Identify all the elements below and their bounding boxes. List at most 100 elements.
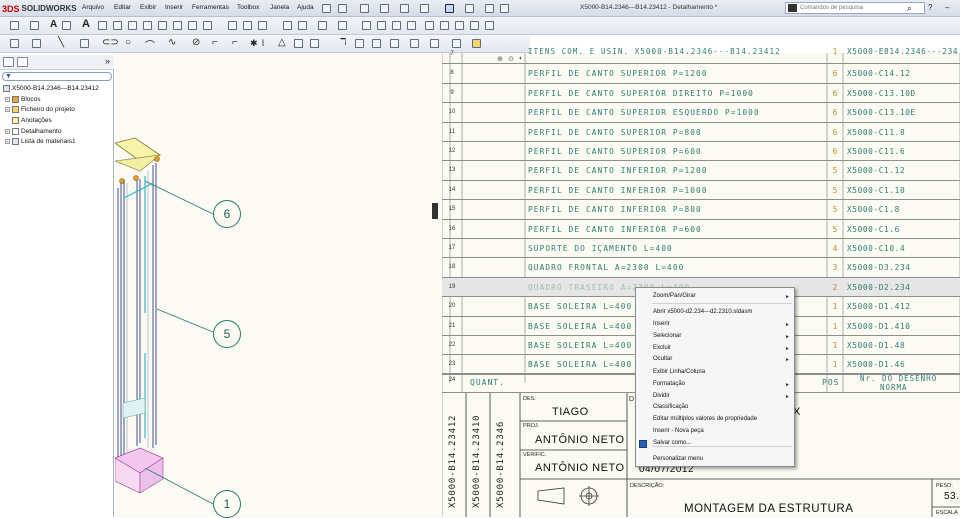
- mirror-icon[interactable]: △: [278, 37, 286, 48]
- window-minimize-icon[interactable]: –: [945, 3, 949, 12]
- table-row[interactable]: 17 SUPORTE DO IÇAMENTO L=400 4 X5000-C10.4: [442, 239, 960, 259]
- datum-feature-icon[interactable]: [188, 21, 197, 30]
- model-items-icon[interactable]: [30, 21, 39, 30]
- table-row[interactable]: 8 PERFIL DE CANTO SUPERIOR P=1200 6 X5000-C…: [442, 64, 960, 84]
- tree-item-detalhamento[interactable]: + Detalhamento: [5, 127, 61, 136]
- feature-tree-tab[interactable]: [3, 57, 14, 67]
- select-icon[interactable]: [445, 4, 454, 13]
- help-icon[interactable]: ?: [928, 3, 932, 12]
- alternate-position-icon[interactable]: [455, 21, 464, 30]
- menu-item-customize-menu[interactable]: Personalizar menu: [636, 456, 794, 466]
- centerline-icon[interactable]: [258, 21, 267, 30]
- menu-ajuda[interactable]: Ajuda: [297, 4, 314, 11]
- area-hatch-icon[interactable]: [283, 21, 292, 30]
- print-icon[interactable]: [400, 4, 409, 13]
- fillet-icon[interactable]: ⌐: [212, 37, 218, 48]
- text-icon[interactable]: ǐ: [262, 38, 264, 48]
- smart-dimension-icon[interactable]: [10, 21, 19, 30]
- surface-finish-icon[interactable]: [128, 21, 137, 30]
- tree-item-anotacoes[interactable]: Anotações: [12, 116, 52, 125]
- line-icon[interactable]: ╲: [58, 37, 64, 48]
- menu-item-open-assembly[interactable]: Abrir x5000-d2.234---d2.2310.sldasm: [636, 309, 794, 319]
- menu-exibir[interactable]: Exibir: [140, 4, 156, 11]
- weld-symbol-icon[interactable]: [143, 21, 152, 30]
- linear-pattern-icon[interactable]: [372, 39, 381, 48]
- menu-item-zoom-pan-rotate[interactable]: Zoom/Pan/Girar ►: [636, 293, 794, 303]
- tree-item-ficheiro-projeto[interactable]: + Ficheiro do projeto: [5, 105, 75, 114]
- panel-splitter-handle[interactable]: [432, 203, 438, 219]
- detail-view-icon[interactable]: [407, 21, 416, 30]
- tree-root-drawing[interactable]: X5000-B14.2346---B14.23412: [3, 84, 99, 93]
- arc-icon[interactable]: ⌒: [145, 37, 155, 52]
- table-row[interactable]: 18 QUADRO FRONTAL A=2300 L=400 3 X5000-D3.2…: [442, 258, 960, 278]
- hole-callout-icon[interactable]: [158, 21, 167, 30]
- expand-icon[interactable]: +: [5, 96, 10, 102]
- menu-janela[interactable]: Janela: [270, 4, 289, 11]
- table-row[interactable]: 7 ITENS COM. E USIN. X5000-B14.2346---B14…: [442, 45, 960, 65]
- expand-icon[interactable]: +: [5, 138, 10, 144]
- model-view[interactable]: 6 5 1: [113, 53, 445, 518]
- menu-toolbox[interactable]: Toolbox: [237, 4, 259, 11]
- trim-icon[interactable]: [294, 39, 303, 48]
- auto-balloon-icon[interactable]: [113, 21, 122, 30]
- balloon-1[interactable]: 1: [213, 490, 241, 518]
- layer-icon[interactable]: [32, 39, 41, 48]
- move-entities-icon[interactable]: [390, 39, 399, 48]
- tree-item-blocos[interactable]: + Blocos: [5, 95, 41, 104]
- line-format-icon[interactable]: [10, 39, 19, 48]
- tree-item-lista-materiais[interactable]: + Lista de materiais1: [5, 137, 76, 146]
- menu-ferramentas[interactable]: Ferramentas: [192, 4, 229, 11]
- menu-item-insert-new-part[interactable]: Inserir - Nova peça: [636, 428, 794, 438]
- geometric-tolerance-icon[interactable]: [173, 21, 182, 30]
- drawing-canvas[interactable]: 6 5 1 ⊕ ⊙ ◐ 7 ITENS COM. E USIN. X5000-B1…: [113, 47, 960, 518]
- datum-target-icon[interactable]: [203, 21, 212, 30]
- menu-item-split[interactable]: Dividir ►: [636, 393, 794, 403]
- spell-check-icon[interactable]: [62, 21, 71, 30]
- menu-item-sort[interactable]: Classificação: [636, 404, 794, 414]
- projected-view-icon[interactable]: [377, 21, 386, 30]
- menu-arquivo[interactable]: Arquivo: [82, 4, 104, 11]
- balloon-6[interactable]: 6: [213, 200, 241, 228]
- balloon-icon[interactable]: [98, 21, 107, 30]
- menu-item-show-row-column[interactable]: Exibir Linha/Coluna: [636, 369, 794, 379]
- table-row[interactable]: 9 PERFIL DE CANTO SUPERIOR DIREITO P=1000…: [442, 84, 960, 104]
- note-icon[interactable]: A: [50, 19, 57, 30]
- customize-icon[interactable]: [500, 4, 509, 13]
- rapid-sketch-icon[interactable]: [410, 39, 419, 48]
- table-row[interactable]: 13 PERFIL DE CANTO INFERIOR P=1200 5 X5000-…: [442, 161, 960, 181]
- search-magnifier-icon[interactable]: ⌕: [907, 3, 912, 14]
- save-icon[interactable]: [380, 4, 389, 13]
- expand-icon[interactable]: +: [5, 106, 10, 112]
- rebuild-icon[interactable]: [465, 4, 474, 13]
- section-view-icon[interactable]: [392, 21, 401, 30]
- relative-view-icon[interactable]: [470, 21, 479, 30]
- menu-item-insert[interactable]: Inserir ►: [636, 321, 794, 331]
- menu-item-select[interactable]: Selecionar ►: [636, 333, 794, 343]
- menu-item-edit-multiple-properties[interactable]: Editar múltiplos valores de propriedade: [636, 416, 794, 426]
- offset-icon[interactable]: [310, 39, 319, 48]
- spline-icon[interactable]: ∿: [168, 37, 176, 48]
- revision-cloud-icon[interactable]: [298, 21, 307, 30]
- center-mark-icon[interactable]: [243, 21, 252, 30]
- point-icon[interactable]: ✱: [250, 38, 258, 49]
- menu-editar[interactable]: Editar: [114, 4, 131, 11]
- pin-icon[interactable]: [322, 4, 331, 13]
- property-tab[interactable]: [17, 57, 28, 67]
- table-row[interactable]: 10 PERFIL DE CANTO SUPERIOR ESQUERDO P=10…: [442, 103, 960, 123]
- rectangle-icon[interactable]: [80, 39, 89, 48]
- magnet-line-icon[interactable]: [338, 21, 347, 30]
- menu-item-delete[interactable]: Excluir ►: [636, 345, 794, 355]
- slot-icon[interactable]: ⊂⊃: [102, 37, 119, 48]
- predefined-view-icon[interactable]: [485, 21, 494, 30]
- balloon-5[interactable]: 5: [213, 320, 241, 348]
- table-icon[interactable]: [318, 21, 327, 30]
- expand-icon[interactable]: +: [5, 128, 10, 134]
- new-document-icon[interactable]: [338, 4, 347, 13]
- tree-filter-input[interactable]: ▼: [2, 72, 112, 81]
- undo-icon[interactable]: [420, 4, 429, 13]
- menu-inserir[interactable]: Inserir: [165, 4, 183, 11]
- crop-view-icon[interactable]: [440, 21, 449, 30]
- circle-icon[interactable]: ○: [125, 37, 131, 48]
- table-row[interactable]: 11 PERFIL DE CANTO SUPERIOR P=800 6 X5000-C…: [442, 123, 960, 142]
- collapse-panel-button[interactable]: »: [105, 56, 110, 66]
